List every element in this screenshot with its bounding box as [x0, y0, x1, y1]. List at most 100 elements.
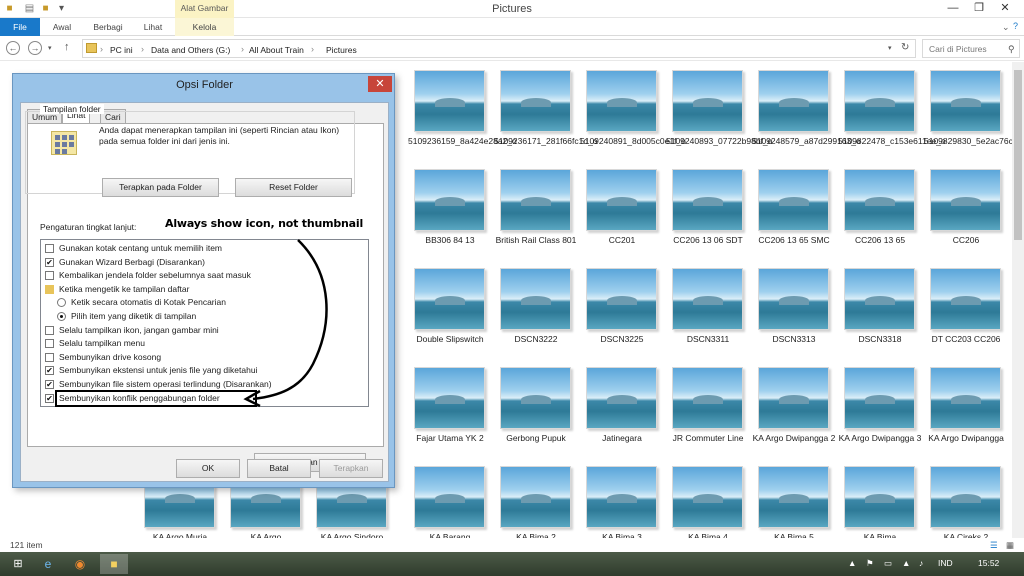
- tab-kelola[interactable]: Kelola: [175, 18, 234, 36]
- image-thumbnail[interactable]: [500, 70, 571, 132]
- up-icon[interactable]: ↑: [64, 41, 70, 53]
- setting-label: Ketika mengetik ke tampilan daftar: [59, 283, 190, 294]
- annotation-text: Always show icon, not thumbnail: [165, 217, 364, 230]
- image-thumbnail[interactable]: [844, 367, 915, 429]
- address-dropdown-icon[interactable]: ▾: [888, 44, 892, 52]
- close-button[interactable]: ✕: [992, 0, 1018, 17]
- breadcrumb-pc[interactable]: PC ini: [110, 45, 133, 55]
- checkbox[interactable]: ✔: [45, 257, 54, 267]
- checkbox[interactable]: [45, 244, 54, 253]
- image-thumbnail[interactable]: [844, 466, 915, 528]
- checkbox[interactable]: [45, 325, 54, 335]
- image-thumbnail[interactable]: [414, 169, 485, 231]
- checkbox[interactable]: ✔: [45, 366, 54, 376]
- image-thumbnail[interactable]: [930, 70, 1001, 132]
- image-thumbnail[interactable]: [844, 169, 915, 231]
- image-thumbnail[interactable]: [758, 169, 829, 231]
- breadcrumb-drive[interactable]: Data and Others (G:): [151, 45, 230, 55]
- forward-icon[interactable]: →: [28, 41, 42, 55]
- setting-label: Selalu tampilkan menu: [59, 338, 145, 349]
- recent-locations-icon[interactable]: ▾: [48, 44, 52, 52]
- show-hidden-icons-icon[interactable]: ▲: [848, 558, 856, 568]
- apply-to-folders-button[interactable]: Terapkan pada Folder: [102, 178, 219, 197]
- clock[interactable]: 15:52: [978, 558, 999, 568]
- image-thumbnail[interactable]: [586, 367, 657, 429]
- image-thumbnail[interactable]: [672, 169, 743, 231]
- expand-ribbon-icon[interactable]: ⌄: [1002, 22, 1010, 33]
- file-name: British Rail Class 801: [495, 235, 577, 245]
- image-thumbnail[interactable]: [930, 466, 1001, 528]
- radio-button[interactable]: [57, 298, 66, 308]
- help-icon[interactable]: ?: [1013, 21, 1018, 31]
- image-thumbnail[interactable]: [586, 268, 657, 330]
- dialog-close-button[interactable]: ✕: [368, 76, 392, 92]
- volume-icon[interactable]: ♪: [919, 558, 923, 568]
- search-icon[interactable]: ⚲: [1008, 44, 1015, 55]
- reset-folders-button[interactable]: Reset Folder: [235, 178, 352, 197]
- search-input[interactable]: Cari di Pictures: [922, 39, 1020, 58]
- back-icon[interactable]: ←: [6, 41, 20, 55]
- refresh-icon[interactable]: ↻: [901, 42, 909, 53]
- image-thumbnail[interactable]: [672, 466, 743, 528]
- details-view-icon[interactable]: ☰: [990, 540, 998, 551]
- image-thumbnail[interactable]: [414, 466, 485, 528]
- image-thumbnail[interactable]: [844, 70, 915, 132]
- file-name: JR Commuter Line: [672, 433, 744, 443]
- network-icon[interactable]: ▲: [902, 558, 910, 568]
- checkbox[interactable]: ✔: [45, 393, 54, 403]
- breadcrumb-pictures[interactable]: Pictures: [326, 45, 357, 55]
- language-indicator[interactable]: IND: [938, 558, 953, 568]
- image-thumbnail[interactable]: [414, 268, 485, 330]
- checkbox[interactable]: [45, 271, 54, 281]
- image-thumbnail[interactable]: [930, 367, 1001, 429]
- setting-label: Pilih item yang diketik di tampilan: [71, 311, 197, 321]
- large-icons-view-icon[interactable]: ▦: [1006, 540, 1014, 551]
- setting-label: Sembunyikan drive kosong: [59, 351, 162, 362]
- start-icon[interactable]: ⊞: [4, 554, 32, 574]
- image-thumbnail[interactable]: [586, 169, 657, 231]
- image-thumbnail[interactable]: [586, 466, 657, 528]
- flag-icon[interactable]: ⚑: [866, 558, 874, 569]
- firefox-icon[interactable]: ◉: [66, 554, 94, 574]
- image-thumbnail[interactable]: [414, 367, 485, 429]
- checkbox[interactable]: ✔: [45, 380, 54, 389]
- image-thumbnail[interactable]: [758, 268, 829, 330]
- file-name: Gerbong Pupuk: [506, 433, 566, 443]
- image-thumbnail[interactable]: [672, 367, 743, 429]
- image-thumbnail[interactable]: [672, 70, 743, 132]
- minimize-button[interactable]: —: [940, 0, 966, 17]
- tab-file[interactable]: File: [0, 18, 40, 36]
- breadcrumb-all-about-train[interactable]: All About Train: [249, 45, 304, 55]
- scrollbar-thumb[interactable]: [1014, 70, 1022, 240]
- checkbox[interactable]: [45, 352, 54, 362]
- image-thumbnail[interactable]: [758, 70, 829, 132]
- image-thumbnail[interactable]: [672, 268, 743, 330]
- group-title: Tampilan folder: [40, 104, 104, 114]
- tab-awal[interactable]: Awal: [44, 18, 80, 36]
- image-thumbnail[interactable]: [758, 367, 829, 429]
- image-thumbnail[interactable]: [500, 169, 571, 231]
- internet-explorer-icon[interactable]: e: [34, 554, 62, 574]
- tab-berbagi[interactable]: Berbagi: [86, 18, 130, 36]
- tab-lihat[interactable]: Lihat: [136, 18, 170, 36]
- folder-icon: [86, 43, 97, 53]
- image-thumbnail[interactable]: [930, 169, 1001, 231]
- image-thumbnail[interactable]: [500, 466, 571, 528]
- image-thumbnail[interactable]: [844, 268, 915, 330]
- group-description: Anda dapat menerapkan tampilan ini (sepe…: [99, 125, 340, 146]
- image-thumbnail[interactable]: [500, 367, 571, 429]
- radio-button[interactable]: [57, 312, 66, 321]
- battery-icon[interactable]: ▭: [884, 558, 892, 569]
- address-bar[interactable]: › PC ini › Data and Others (G:) › All Ab…: [82, 39, 916, 58]
- image-thumbnail[interactable]: [500, 268, 571, 330]
- image-thumbnail[interactable]: [758, 466, 829, 528]
- file-name: 5109240893_07722b98bf_o: [666, 136, 773, 146]
- image-thumbnail[interactable]: [930, 268, 1001, 330]
- file-explorer-icon[interactable]: ■: [100, 554, 128, 574]
- checkbox[interactable]: [45, 339, 54, 349]
- cancel-button[interactable]: Batal: [247, 459, 311, 478]
- image-thumbnail[interactable]: [414, 70, 485, 132]
- ok-button[interactable]: OK: [176, 459, 240, 478]
- maximize-button[interactable]: ❐: [966, 0, 992, 17]
- image-thumbnail[interactable]: [586, 70, 657, 132]
